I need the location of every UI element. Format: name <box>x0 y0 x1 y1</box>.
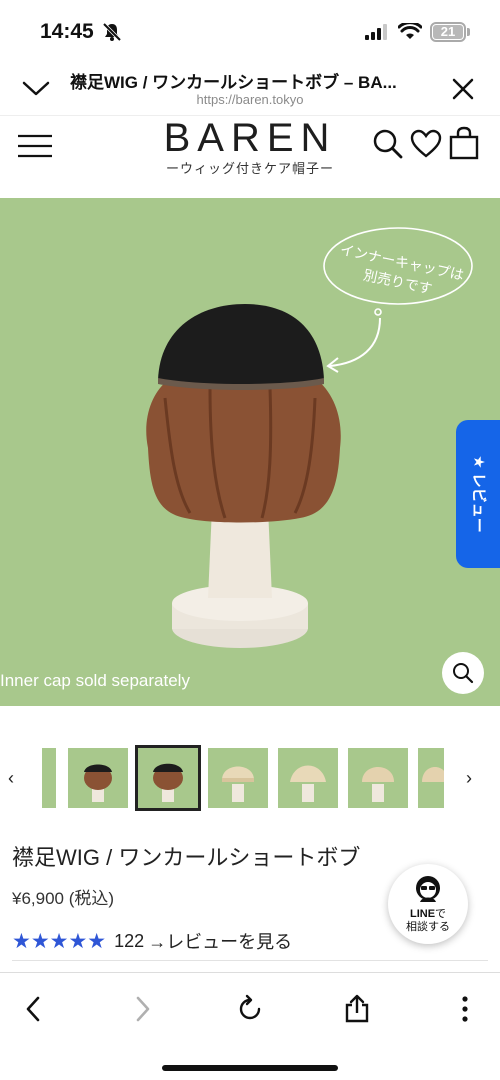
review-link[interactable]: →レビューを見る <box>148 928 292 954</box>
divider <box>12 960 488 961</box>
thumbnail[interactable] <box>278 748 338 808</box>
page-title: 襟足WIG / ワンカールショートボブ – BA... <box>70 73 397 92</box>
product-price: ¥6,900 (税込) <box>12 889 115 908</box>
thumbnail-carousel: ‹ › <box>0 744 500 814</box>
thumbnail[interactable] <box>418 748 444 808</box>
forward-button[interactable] <box>122 989 162 1029</box>
thumbnail[interactable] <box>348 748 408 808</box>
signal-icon <box>365 24 387 40</box>
mannequin-with-wig <box>146 304 341 648</box>
rating-stars: ★★★★★ <box>12 929 107 953</box>
rating-row[interactable]: ★★★★★ 122 →レビューを見る <box>12 928 292 954</box>
review-count: 122 <box>114 930 145 951</box>
battery-tip <box>467 28 470 36</box>
back-button[interactable] <box>14 989 54 1029</box>
thumbnail[interactable] <box>68 748 128 808</box>
home-indicator <box>162 1065 338 1071</box>
more-button[interactable] <box>445 989 485 1029</box>
chevron-right-icon <box>136 996 150 1022</box>
page-url[interactable]: https://baren.tokyo <box>70 92 430 107</box>
thumbnail[interactable] <box>42 748 56 808</box>
share-icon <box>345 994 369 1023</box>
chevron-left-icon <box>26 996 40 1022</box>
site-header: BAREN ーウィッグ付きケア帽子ー <box>0 116 500 198</box>
zoom-button[interactable] <box>442 652 484 694</box>
review-tab-label: ★ レビュー <box>470 455 487 533</box>
line-brand: LINE <box>409 908 436 920</box>
bell-off-icon <box>102 22 122 42</box>
review-tab[interactable]: ★ レビュー <box>456 420 500 568</box>
reload-icon <box>239 994 261 1020</box>
browser-header: 襟足WIG / ワンカールショートボブ – BA... https://bare… <box>0 60 500 116</box>
heart-icon[interactable] <box>410 129 442 159</box>
hamburger-menu-icon[interactable] <box>17 134 53 158</box>
line-label-2: 相談する <box>406 921 450 933</box>
product-hero-image[interactable]: インナーキャップは 別売りです Inner cap sold separatel… <box>0 198 500 706</box>
close-icon[interactable] <box>448 74 478 104</box>
product-name: 襟足WIG / ワンカールショートボブ <box>12 845 361 870</box>
chevron-right-icon[interactable]: › <box>466 768 472 789</box>
thumbnail[interactable] <box>208 748 268 808</box>
search-icon[interactable] <box>372 128 404 160</box>
battery-icon: 21 <box>430 22 466 42</box>
chevron-down-icon[interactable] <box>20 74 52 102</box>
site-logo[interactable]: BAREN <box>150 116 350 161</box>
chevron-left-icon[interactable]: ‹ <box>8 768 14 789</box>
status-time: 14:45 <box>40 20 94 43</box>
reload-button[interactable] <box>230 989 270 1029</box>
share-button[interactable] <box>337 989 377 1029</box>
site-tagline: ーウィッグ付きケア帽子ー <box>165 161 334 176</box>
line-suffix: で <box>435 908 447 920</box>
shopping-bag-icon[interactable] <box>448 126 480 160</box>
search-icon <box>453 663 474 684</box>
hero-caption: Inner cap sold separately <box>0 671 190 690</box>
more-vertical-icon <box>462 996 468 1022</box>
battery-level: 21 <box>440 24 456 39</box>
status-bar: 14:45 21 <box>0 0 500 60</box>
browser-toolbar <box>0 972 500 1080</box>
line-button-label: LINEで 相談する <box>388 908 468 934</box>
line-consult-button[interactable]: LINEで 相談する <box>388 864 468 944</box>
line-avatar-icon <box>416 876 440 902</box>
thumbnail-selected[interactable] <box>135 745 201 811</box>
wifi-icon <box>398 23 422 39</box>
